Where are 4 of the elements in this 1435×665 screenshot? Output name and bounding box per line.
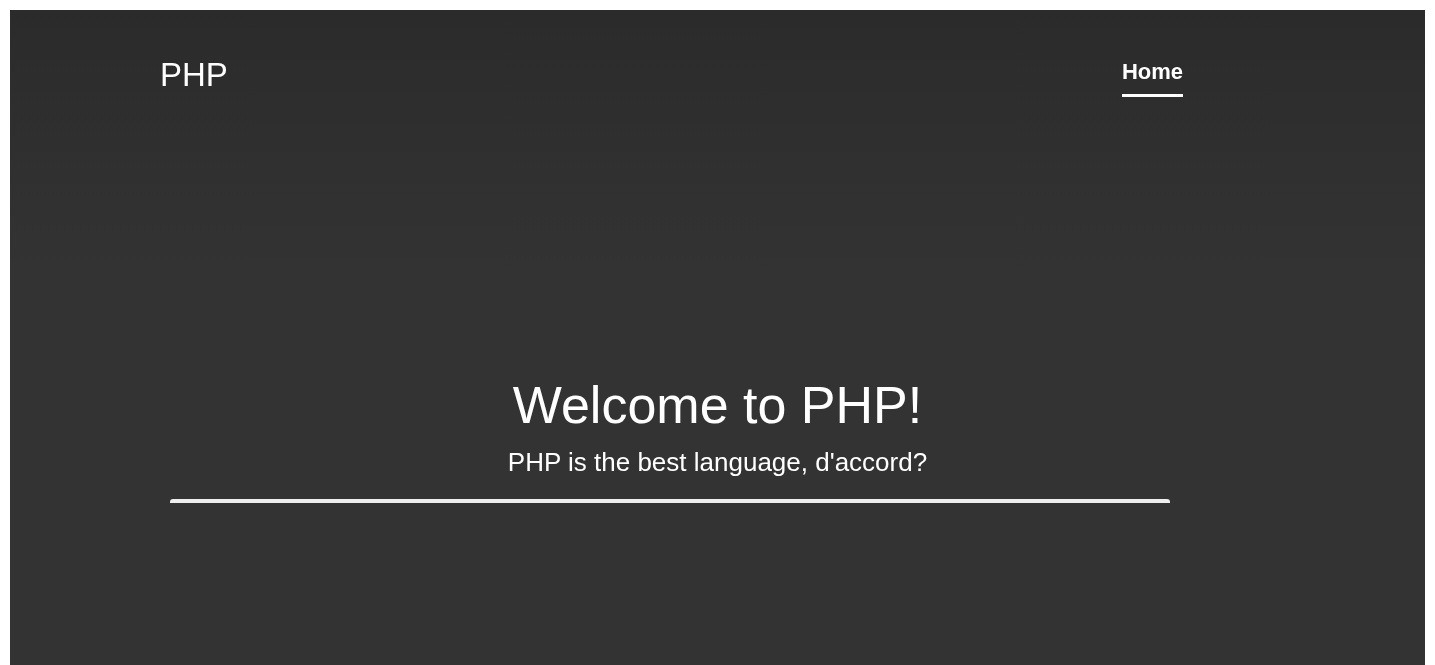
- nav-link[interactable]: Home: [1121, 58, 1183, 97]
- site-logo[interactable]: PHP: [160, 56, 228, 94]
- hero-subtitle: PHP is the best language, d'accord?: [506, 447, 929, 477]
- hero-title: Welcome to PHP!: [511, 375, 924, 435]
